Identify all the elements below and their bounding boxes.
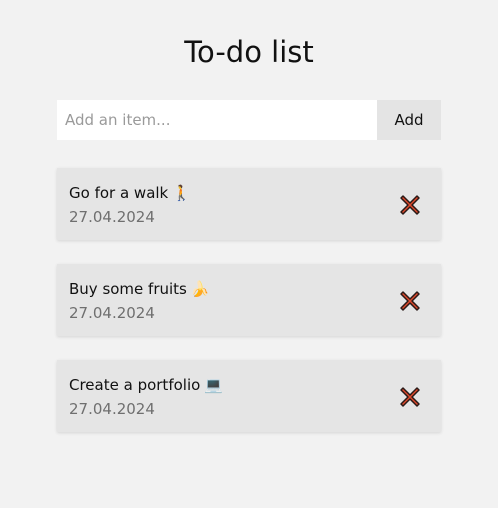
todo-text-line: Go for a walk 🚶 — [69, 183, 191, 203]
laptop-emoji: 💻 — [204, 376, 223, 394]
cross-mark-icon — [400, 195, 420, 215]
todo-item: Go for a walk 🚶 27.04.2024 — [57, 168, 441, 240]
add-button[interactable]: Add — [377, 100, 441, 140]
cross-mark-icon — [400, 291, 420, 311]
page-title: To-do list — [184, 35, 314, 69]
delete-button[interactable] — [398, 289, 422, 313]
todo-title: Go for a walk — [69, 184, 169, 202]
todo-app: To-do list Add Go for a walk🚶 27.04.2024… — [0, 0, 498, 508]
todo-title: Buy some fruits — [69, 280, 187, 298]
delete-button[interactable] — [398, 385, 422, 409]
todo-text-line: Buy some fruits 🍌 — [69, 279, 210, 299]
add-item-input[interactable] — [57, 100, 377, 140]
add-item-row: Add — [57, 100, 441, 140]
todo-item: Create a portfolio 💻 27.04.2024 — [57, 360, 441, 432]
todo-date: 27.04.2024 — [69, 304, 155, 322]
banana-emoji: 🍌 — [190, 280, 210, 298]
walking-person-emoji: 🚶 — [172, 184, 191, 202]
todo-title: Create a portfolio — [69, 376, 201, 394]
delete-button[interactable] — [398, 193, 422, 217]
todo-item: Buy some fruits 🍌 27.04.2024 — [57, 264, 441, 336]
cross-mark-icon — [400, 387, 420, 407]
todo-date: 27.04.2024 — [69, 400, 155, 418]
todo-date: 27.04.2024 — [69, 208, 155, 226]
todo-text-line: Create a portfolio 💻 — [69, 375, 223, 395]
